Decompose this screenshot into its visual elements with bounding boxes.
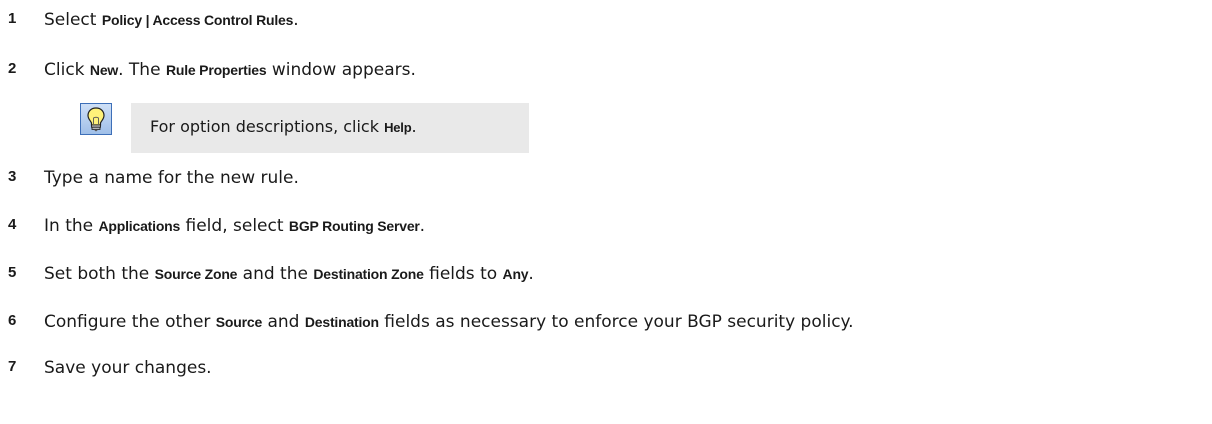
step-text: In the Applications field, select BGP Ro… xyxy=(44,216,426,236)
tip-box: For option descriptions, click Help. xyxy=(131,103,529,153)
tip-text: For option descriptions, click Help. xyxy=(150,117,417,136)
step-number: 3 xyxy=(8,168,17,185)
menu-path: Policy | Access Control Rules xyxy=(101,12,294,28)
step-number: 5 xyxy=(8,264,17,281)
step-text: Click New. The Rule Properties window ap… xyxy=(44,60,416,80)
step-text: Set both the Source Zone and the Destina… xyxy=(44,264,534,284)
step-text: Select Policy | Access Control Rules. xyxy=(44,10,299,30)
step-number: 1 xyxy=(8,10,17,27)
step-number: 6 xyxy=(8,312,17,329)
step-number: 7 xyxy=(8,358,17,375)
step-text: Configure the other Source and Destinati… xyxy=(44,312,854,332)
step-number: 4 xyxy=(8,216,17,233)
lightbulb-icon xyxy=(80,103,112,135)
step-number: 2 xyxy=(8,60,17,77)
help-label: Help xyxy=(384,120,412,135)
step-text: Type a name for the new rule. xyxy=(44,168,299,188)
step-text: Save your changes. xyxy=(44,358,212,378)
